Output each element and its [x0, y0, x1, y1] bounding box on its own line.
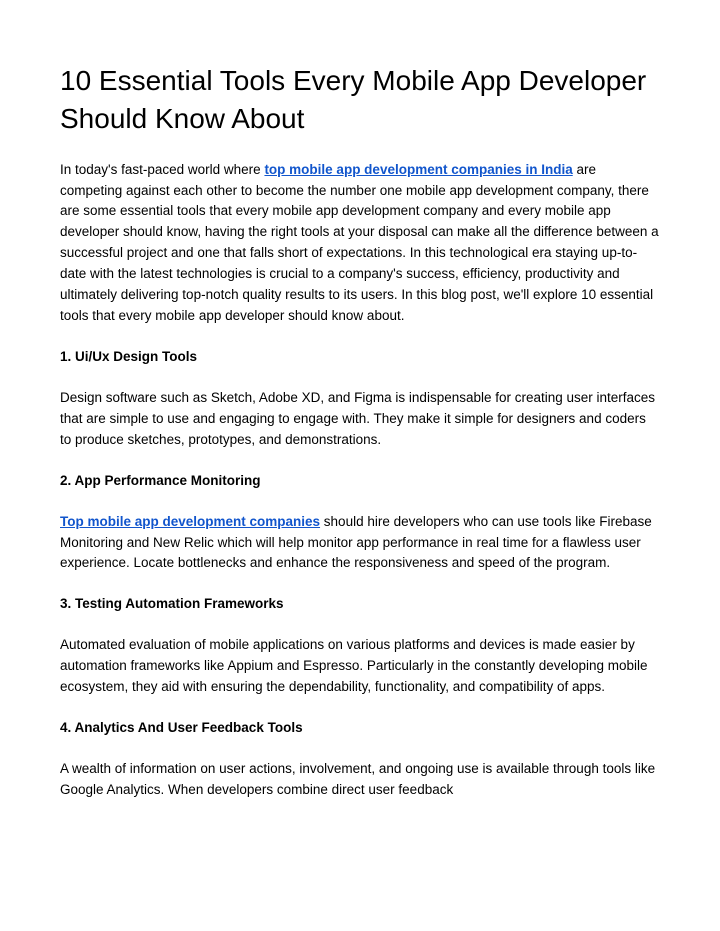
- section-3-heading: 3. Testing Automation Frameworks: [60, 594, 660, 615]
- intro-text-post: are competing against each other to beco…: [60, 162, 659, 323]
- section-2-link[interactable]: Top mobile app development companies: [60, 514, 320, 529]
- section-2-heading: 2. App Performance Monitoring: [60, 471, 660, 492]
- section-1-body: Design software such as Sketch, Adobe XD…: [60, 388, 660, 451]
- intro-text-pre: In today's fast-paced world where: [60, 162, 264, 177]
- section-3-body: Automated evaluation of mobile applicati…: [60, 635, 660, 698]
- intro-paragraph: In today's fast-paced world where top mo…: [60, 160, 660, 327]
- page-title: 10 Essential Tools Every Mobile App Deve…: [60, 62, 660, 138]
- section-4-heading: 4. Analytics And User Feedback Tools: [60, 718, 660, 739]
- section-1-heading: 1. Ui/Ux Design Tools: [60, 347, 660, 368]
- intro-link[interactable]: top mobile app development companies in …: [264, 162, 572, 177]
- section-2-body: Top mobile app development companies sho…: [60, 512, 660, 575]
- section-4-body: A wealth of information on user actions,…: [60, 759, 660, 801]
